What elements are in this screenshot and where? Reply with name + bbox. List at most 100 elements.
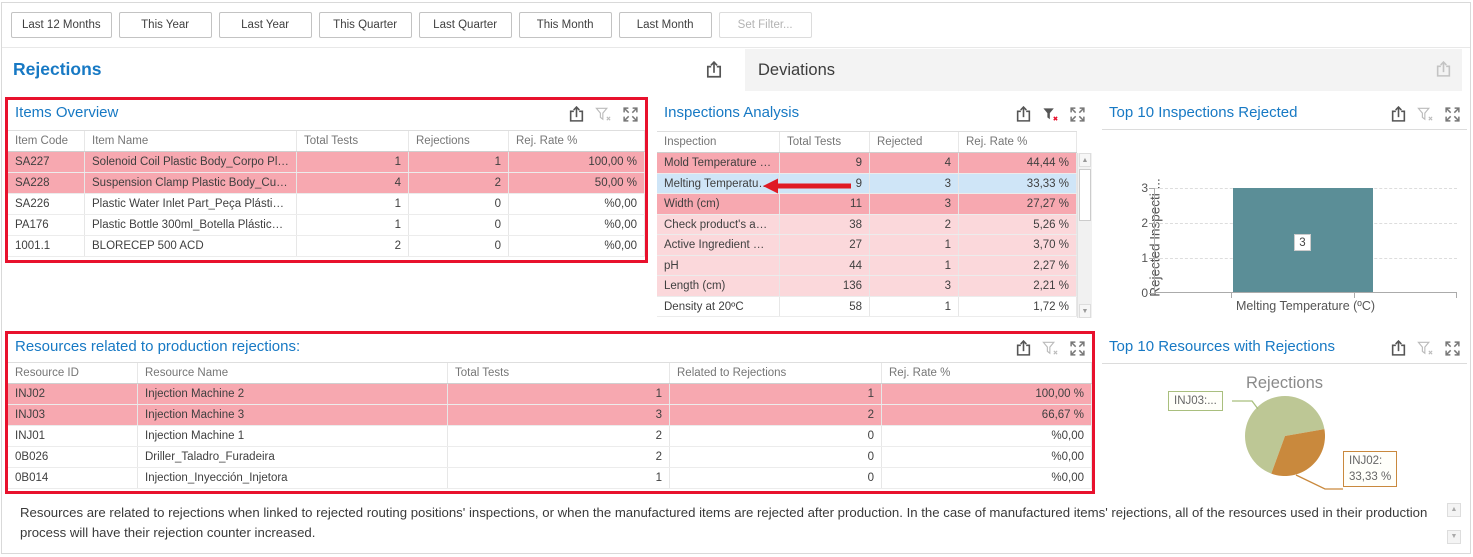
table-cell: 4 (870, 153, 959, 173)
export-icon[interactable] (705, 61, 723, 79)
y-tick-label: 0 (1132, 286, 1148, 300)
table-row[interactable]: SA227Solenoid Coil Plastic Body_Corpo Pl… (8, 152, 645, 173)
table-cell: 9 (780, 174, 870, 194)
export-icon[interactable] (1015, 340, 1032, 357)
column-header[interactable]: Inspection (657, 132, 780, 152)
table-row[interactable]: SA228Suspension Clamp Plastic Body_Cuer.… (8, 173, 645, 194)
expand-icon[interactable] (1444, 340, 1461, 357)
table-row[interactable]: Length (cm)13632,21 % (657, 276, 1077, 297)
table-row[interactable]: Melting Temperature (º...9333,33 % (657, 174, 1077, 195)
table-cell: 58 (780, 297, 870, 317)
table-row[interactable]: PA176Plastic Bottle 300ml_Botella Plásti… (8, 215, 645, 236)
table-cell: 27 (780, 235, 870, 255)
table-cell: 1 (870, 256, 959, 276)
set-filter-button[interactable]: Set Filter... (719, 12, 812, 38)
table-row[interactable]: Active Ingredient Conc...2713,70 % (657, 235, 1077, 256)
top-resources-rejections-title: Top 10 Resources with Rejections (1109, 338, 1335, 355)
filter-last-month-button[interactable]: Last Month (619, 12, 712, 38)
table-cell: 1 (670, 384, 882, 404)
table-cell: 2,27 % (959, 256, 1077, 276)
column-header[interactable]: Related to Rejections (670, 363, 882, 383)
scroll-down-button[interactable]: ▼ (1447, 530, 1461, 544)
table-row[interactable]: 1001.1BLORECEP 500 ACD20%0,00 (8, 236, 645, 257)
scroll-up-button[interactable]: ▲ (1079, 153, 1091, 167)
column-header[interactable]: Rej. Rate % (509, 131, 645, 151)
column-header[interactable]: Item Name (85, 131, 297, 151)
table-cell: 0 (409, 236, 509, 256)
filter-last-quarter-button[interactable]: Last Quarter (419, 12, 512, 38)
table-cell: 11 (780, 194, 870, 214)
scroll-up-button[interactable]: ▲ (1447, 503, 1461, 517)
table-row[interactable]: 0B014Injection_Inyección_Injetora10%0,00 (8, 468, 1092, 489)
column-header[interactable]: Rej. Rate % (882, 363, 1092, 383)
filter-last-year-button[interactable]: Last Year (219, 12, 312, 38)
export-icon[interactable] (1015, 106, 1032, 123)
clear-filter-icon[interactable] (1042, 340, 1059, 357)
expand-icon[interactable] (1444, 106, 1461, 123)
pie-callout-inj03[interactable]: INJ03:... (1168, 391, 1223, 411)
column-header[interactable]: Rej. Rate % (959, 132, 1077, 152)
table-cell: INJ02 (8, 384, 138, 404)
scroll-down-button[interactable]: ▼ (1079, 304, 1091, 318)
filter-this-year-button[interactable]: This Year (119, 12, 212, 38)
table-row[interactable]: SA226Plastic Water Inlet Part_Peça Plást… (8, 194, 645, 215)
column-header[interactable]: Rejections (409, 131, 509, 151)
export-icon[interactable] (568, 106, 585, 123)
table-row[interactable]: Width (cm)11327,27 % (657, 194, 1077, 215)
filter-this-quarter-button[interactable]: This Quarter (319, 12, 412, 38)
column-header[interactable]: Resource Name (138, 363, 448, 383)
vertical-scrollbar[interactable]: ▲ ▼ (1077, 153, 1092, 318)
table-cell: 2 (409, 173, 509, 193)
y-tick-label: 3 (1132, 181, 1148, 195)
table-cell: Injection Machine 3 (138, 405, 448, 425)
filter-last-12-months-button[interactable]: Last 12 Months (11, 12, 112, 38)
table-cell: Injection Machine 1 (138, 426, 448, 446)
filter-this-month-button[interactable]: This Month (519, 12, 612, 38)
table-row[interactable]: INJ02Injection Machine 211100,00 % (8, 384, 1092, 405)
clear-filter-icon[interactable] (1417, 106, 1434, 123)
table-cell: %0,00 (509, 236, 645, 256)
export-icon[interactable] (1435, 61, 1452, 78)
table-cell: 2 (670, 405, 882, 425)
table-cell: Driller_Taladro_Furadeira (138, 447, 448, 467)
scrollbar-thumb[interactable] (1079, 169, 1091, 221)
table-row[interactable]: Mold Temperature (ºC)9444,44 % (657, 153, 1077, 174)
items-overview-title: Items Overview (15, 104, 118, 121)
clear-filter-icon[interactable] (1417, 340, 1434, 357)
column-header[interactable]: Item Code (8, 131, 85, 151)
expand-icon[interactable] (1069, 106, 1086, 123)
table-row[interactable]: Check product's appea...3825,26 % (657, 215, 1077, 236)
table-cell: 1 (870, 235, 959, 255)
column-header[interactable]: Total Tests (448, 363, 670, 383)
pie-callout-inj02[interactable]: INJ02: 33,33 % (1343, 451, 1397, 487)
table-cell: 0B026 (8, 447, 138, 467)
expand-icon[interactable] (1069, 340, 1086, 357)
table-cell: INJ01 (8, 426, 138, 446)
resources-table: Resource IDResource NameTotal TestsRelat… (8, 362, 1092, 489)
table-row[interactable]: pH4412,27 % (657, 256, 1077, 277)
column-header[interactable]: Total Tests (297, 131, 409, 151)
table-row[interactable]: INJ01Injection Machine 120%0,00 (8, 426, 1092, 447)
table-cell: 0 (670, 447, 882, 467)
table-cell: Plastic Bottle 300ml_Botella Plástica 3.… (85, 215, 297, 235)
export-icon[interactable] (1390, 340, 1407, 357)
tab-rejections[interactable]: Rejections (13, 48, 102, 91)
tab-deviations[interactable]: Deviations (745, 49, 1462, 91)
column-header[interactable]: Rejected (870, 132, 959, 152)
table-row[interactable]: 0B026Driller_Taladro_Furadeira20%0,00 (8, 447, 1092, 468)
resources-panel: Resources related to production rejectio… (8, 334, 1092, 491)
column-header[interactable]: Total Tests (780, 132, 870, 152)
expand-icon[interactable] (622, 106, 639, 123)
bar-value-label: 3 (1294, 234, 1311, 251)
table-row[interactable]: Density at 20ºC5811,72 % (657, 297, 1077, 318)
pie-chart[interactable] (1102, 362, 1467, 491)
clear-filter-active-icon[interactable] (1042, 106, 1059, 123)
clear-filter-icon[interactable] (595, 106, 612, 123)
table-cell: 3 (448, 405, 670, 425)
table-cell: 100,00 % (882, 384, 1092, 404)
export-icon[interactable] (1390, 106, 1407, 123)
resources-title: Resources related to production rejectio… (15, 338, 300, 355)
column-header[interactable]: Resource ID (8, 363, 138, 383)
table-cell: 3 (870, 276, 959, 296)
table-row[interactable]: INJ03Injection Machine 33266,67 % (8, 405, 1092, 426)
